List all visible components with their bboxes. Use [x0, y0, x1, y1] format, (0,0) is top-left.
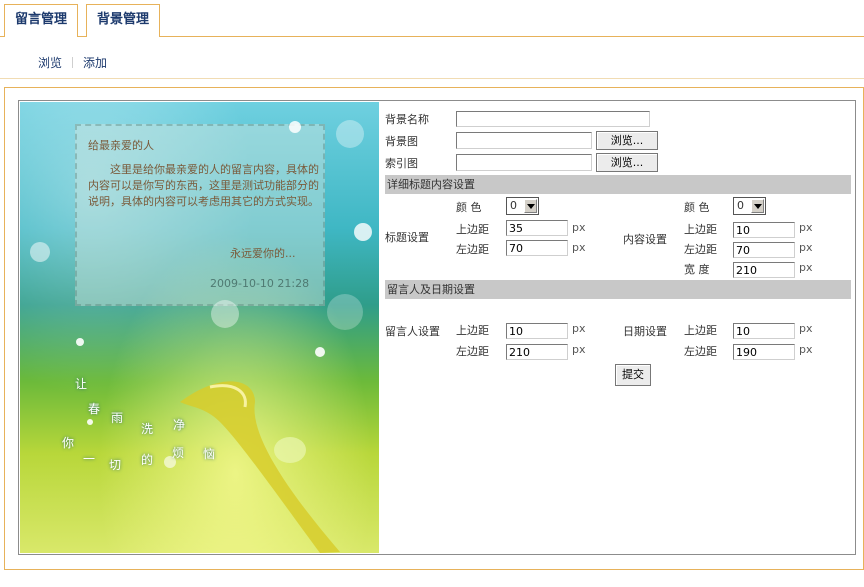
submit-button[interactable]: 提交 [615, 364, 651, 386]
unit-label: px [572, 322, 586, 335]
date-top-margin-label: 上边距 [684, 324, 717, 337]
add-link[interactable]: 添加 [83, 56, 107, 70]
title-settings-label: 标题设置 [385, 231, 429, 244]
tab-label: 背景管理 [96, 12, 149, 27]
date-top-margin-input[interactable] [733, 323, 795, 339]
background-name-label: 背景名称 [385, 113, 429, 126]
select-value: 0 [737, 199, 744, 212]
index-image-browse-button[interactable]: 浏览... [596, 153, 658, 172]
poem-char: 雨 [111, 411, 124, 425]
flower-illustration [30, 120, 372, 553]
poem-char: 烦 [172, 446, 185, 460]
title-top-margin-label: 上边距 [456, 223, 489, 236]
poem-char: 的 [141, 453, 154, 467]
unit-label: px [572, 241, 586, 254]
date-left-margin-label: 左边距 [684, 345, 717, 358]
section-detail-header: 详细标题内容设置 [385, 175, 851, 194]
background-image-file-input[interactable] [456, 132, 592, 149]
background-name-input[interactable] [456, 111, 650, 127]
tab-label: 留言管理 [14, 12, 67, 27]
background-image-browse-button[interactable]: 浏览... [596, 131, 658, 150]
title-color-select[interactable]: 0 [506, 197, 539, 215]
author-top-margin-label: 上边距 [456, 324, 489, 337]
title-left-margin-label: 左边距 [456, 243, 489, 256]
browse-link[interactable]: 浏览 [38, 56, 62, 70]
title-left-margin-input[interactable] [506, 240, 568, 256]
poem-char: 净 [173, 418, 186, 432]
content-left-margin-input[interactable] [733, 242, 795, 258]
poem-char: 切 [109, 458, 122, 472]
author-left-margin-input[interactable] [506, 344, 568, 360]
author-left-margin-label: 左边距 [456, 345, 489, 358]
poem-char: 让 [75, 377, 88, 391]
unit-label: px [572, 221, 586, 234]
index-image-file-input[interactable] [456, 154, 592, 171]
chevron-down-icon [751, 199, 764, 213]
edit-table: 给最亲爱的人 这里是给你最亲爱的人的留言内容，具体的内容可以是你写的东西，这里是… [18, 100, 856, 555]
unit-label: px [799, 241, 813, 254]
content-left-margin-label: 左边距 [684, 243, 717, 256]
author-top-margin-input[interactable] [506, 323, 568, 339]
content-width-input[interactable] [733, 262, 795, 278]
tab-bar: 留言管理 背景管理 [0, 0, 864, 37]
date-settings-label: 日期设置 [623, 325, 667, 338]
sub-navigation: 浏览 添加 [38, 54, 107, 71]
title-top-margin-input[interactable] [506, 220, 568, 236]
divider [72, 57, 74, 68]
content-panel: 给最亲爱的人 这里是给你最亲爱的人的留言内容，具体的内容可以是你写的东西，这里是… [4, 87, 864, 570]
content-width-label: 宽 度 [684, 263, 710, 276]
unit-label: px [799, 322, 813, 335]
content-settings-label: 内容设置 [623, 233, 667, 246]
poem-char: 恼 [203, 447, 216, 461]
poem-char: 你 [62, 436, 75, 450]
content-color-select[interactable]: 0 [733, 197, 766, 215]
select-value: 0 [510, 199, 517, 212]
title-color-label: 颜 色 [456, 201, 482, 214]
background-image-label: 背景图 [385, 135, 418, 148]
poem-char: 洗 [141, 422, 154, 436]
divider [0, 78, 864, 79]
date-left-margin-input[interactable] [733, 344, 795, 360]
content-color-label: 颜 色 [684, 201, 710, 214]
background-settings-form: 背景名称 背景图 浏览... 索引图 浏览... 详细标题内容设置 颜 色 0 … [383, 101, 855, 556]
content-top-margin-input[interactable] [733, 222, 795, 238]
unit-label: px [572, 343, 586, 356]
poem-char: 一 [83, 452, 96, 466]
section-author-date-header: 留言人及日期设置 [385, 280, 851, 299]
unit-label: px [799, 261, 813, 274]
index-image-label: 索引图 [385, 157, 418, 170]
background-preview-image: 给最亲爱的人 这里是给你最亲爱的人的留言内容，具体的内容可以是你写的东西，这里是… [20, 102, 379, 553]
chevron-down-icon [524, 199, 537, 213]
unit-label: px [799, 343, 813, 356]
author-settings-label: 留言人设置 [385, 325, 440, 338]
poem-char: 春 [88, 402, 101, 416]
tab-background-management[interactable]: 背景管理 [86, 4, 160, 37]
content-top-margin-label: 上边距 [684, 223, 717, 236]
tab-message-management[interactable]: 留言管理 [4, 4, 78, 37]
unit-label: px [799, 221, 813, 234]
